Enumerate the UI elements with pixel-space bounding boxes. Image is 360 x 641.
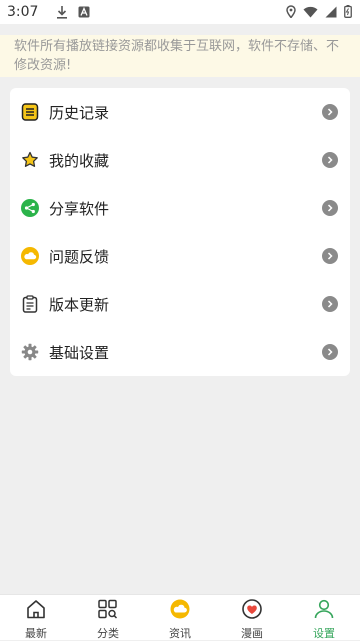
status-bar: 3:07 (0, 0, 360, 24)
tab-latest[interactable]: 最新 (0, 595, 72, 640)
chevron-right-icon (322, 248, 338, 264)
feedback-cloud-icon (21, 247, 39, 265)
tab-label: 资讯 (169, 627, 191, 640)
tab-settings[interactable]: 设置 (288, 595, 360, 640)
location-icon (286, 3, 296, 22)
wifi-icon (303, 3, 318, 22)
grid-search-icon (97, 599, 119, 623)
menu-item-label: 分享软件 (49, 199, 110, 218)
clipboard-icon (21, 295, 39, 313)
tab-news[interactable]: 资讯 (144, 595, 216, 640)
chevron-right-icon (322, 104, 338, 120)
menu-item-share[interactable]: 分享软件 (10, 184, 350, 232)
cloud-icon (169, 599, 191, 623)
menu-item-label: 版本更新 (49, 295, 110, 314)
share-icon (21, 199, 39, 217)
menu-item-label: 问题反馈 (49, 247, 110, 266)
chevron-right-icon (322, 200, 338, 216)
bottom-tab-bar: 最新 分类 资讯 漫画 设置 (0, 594, 360, 640)
settings-menu: 历史记录 我的收藏 分享软件 问题反馈 版本更新 基础设置 (10, 88, 350, 376)
disclaimer-notice: 软件所有播放链接资源都收集于互联网，软件不存储、不修改资源! (0, 35, 360, 77)
gear-icon (21, 343, 39, 361)
tab-category[interactable]: 分类 (72, 595, 144, 640)
menu-item-label: 历史记录 (49, 103, 110, 122)
heart-icon (241, 599, 263, 623)
tab-label: 设置 (313, 627, 335, 640)
menu-item-feedback[interactable]: 问题反馈 (10, 232, 350, 280)
chevron-right-icon (322, 152, 338, 168)
font-notification-icon (78, 6, 90, 18)
download-icon (56, 5, 68, 19)
menu-item-history[interactable]: 历史记录 (10, 88, 350, 136)
tab-label: 最新 (25, 627, 47, 640)
menu-item-label: 我的收藏 (49, 151, 110, 170)
menu-item-favorites[interactable]: 我的收藏 (10, 136, 350, 184)
menu-item-label: 基础设置 (49, 343, 110, 362)
tab-comics[interactable]: 漫画 (216, 595, 288, 640)
tab-label: 漫画 (241, 627, 263, 640)
status-time: 3:07 (7, 4, 39, 20)
signal-icon (325, 3, 337, 22)
notice-text: 软件所有播放链接资源都收集于互联网，软件不存储、不修改资源! (14, 39, 340, 73)
home-icon (25, 599, 47, 623)
history-icon (21, 103, 39, 121)
battery-icon (344, 3, 352, 22)
menu-item-settings[interactable]: 基础设置 (10, 328, 350, 376)
menu-item-update[interactable]: 版本更新 (10, 280, 350, 328)
person-icon (313, 599, 335, 623)
chevron-right-icon (322, 296, 338, 312)
chevron-right-icon (322, 344, 338, 360)
star-icon (21, 151, 39, 169)
tab-label: 分类 (97, 627, 119, 640)
